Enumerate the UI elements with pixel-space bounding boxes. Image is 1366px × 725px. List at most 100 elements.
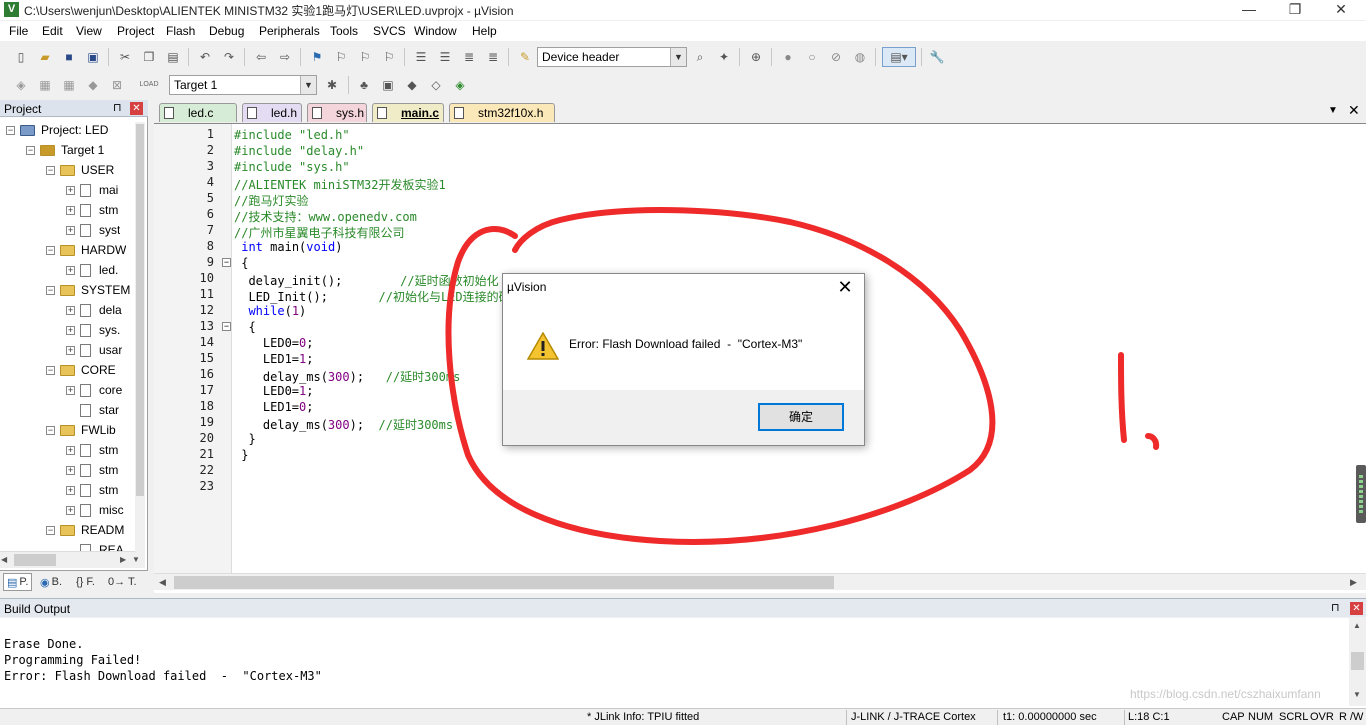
manage-rte-icon[interactable]: ◈: [451, 76, 469, 94]
dialog-close-icon[interactable]: ✕: [832, 276, 858, 298]
side-scroll-widget[interactable]: [1356, 465, 1366, 523]
close-panel-icon[interactable]: ✕: [130, 102, 143, 115]
expand-icon[interactable]: +: [66, 265, 75, 275]
window-layout-icon[interactable]: ▤▾: [882, 47, 916, 67]
menu-project[interactable]: Project: [117, 24, 154, 38]
expand-icon[interactable]: +: [66, 465, 75, 475]
tab-books[interactable]: ◉ B.: [40, 573, 62, 591]
expand-icon[interactable]: +: [66, 305, 75, 315]
collapse-icon[interactable]: −: [6, 125, 15, 135]
paste-icon[interactable]: ▤: [164, 48, 182, 66]
next-bookmark-icon[interactable]: ⚐: [356, 48, 374, 66]
find-combo[interactable]: Device header ▼: [537, 47, 687, 67]
tree-item[interactable]: + mai: [66, 180, 118, 200]
tree-item[interactable]: + led.: [66, 260, 118, 280]
file-extensions-icon[interactable]: ♣: [355, 76, 373, 94]
manage-components-icon[interactable]: ▣: [379, 76, 397, 94]
collapse-icon[interactable]: −: [46, 365, 55, 375]
undo-icon[interactable]: ↶: [196, 48, 214, 66]
tree-item[interactable]: − Project: LED: [6, 120, 108, 140]
clear-bookmarks-icon[interactable]: ⚐: [380, 48, 398, 66]
copy-icon[interactable]: ❐: [140, 48, 158, 66]
tree-hscrollbar[interactable]: ◀ ▶ ▼: [0, 551, 145, 568]
target-options-icon[interactable]: ✱: [323, 76, 341, 94]
menu-file[interactable]: File: [9, 24, 28, 38]
scroll-down-icon[interactable]: ▼: [1353, 690, 1361, 699]
collapse-icon[interactable]: −: [26, 145, 35, 155]
uncomment-icon[interactable]: ≣: [484, 48, 502, 66]
scroll-down-icon[interactable]: ▼: [132, 555, 140, 564]
expand-icon[interactable]: +: [66, 345, 75, 355]
incremental-find-icon[interactable]: ✦: [715, 48, 733, 66]
scroll-thumb[interactable]: [1351, 652, 1364, 670]
unindent-icon[interactable]: ☰: [436, 48, 454, 66]
expand-icon[interactable]: +: [66, 205, 75, 215]
editor-hscrollbar[interactable]: ◀ ▶: [154, 573, 1366, 590]
batch-build-icon[interactable]: ◆: [84, 76, 102, 94]
scroll-thumb[interactable]: [14, 554, 56, 566]
comment-icon[interactable]: ≣: [460, 48, 478, 66]
select-software-packs-icon[interactable]: ◆: [403, 76, 421, 94]
nav-back-icon[interactable]: ⇦: [252, 48, 270, 66]
tab-project[interactable]: ▤ P.: [3, 573, 33, 591]
tree-item[interactable]: − HARDW: [46, 240, 126, 260]
expand-icon[interactable]: +: [66, 385, 75, 395]
menu-view[interactable]: View: [76, 24, 102, 38]
tab-templates[interactable]: 0→ T.: [108, 573, 137, 591]
expand-icon[interactable]: +: [66, 485, 75, 495]
tab-led-c[interactable]: led.c: [159, 103, 237, 122]
pin-icon[interactable]: ⊓: [113, 101, 122, 114]
debug-session-icon[interactable]: ⊕: [747, 48, 765, 66]
scroll-thumb[interactable]: [174, 576, 834, 589]
collapse-icon[interactable]: −: [222, 322, 231, 331]
collapse-icon[interactable]: −: [46, 425, 55, 435]
tree-item[interactable]: star: [66, 400, 119, 420]
tree-item[interactable]: − READM: [46, 520, 124, 540]
prev-bookmark-icon[interactable]: ⚐: [332, 48, 350, 66]
tree-item[interactable]: + dela: [66, 300, 122, 320]
tree-item[interactable]: + stm: [66, 460, 118, 480]
menu-help[interactable]: Help: [472, 24, 497, 38]
open-folder-icon[interactable]: ▰: [36, 48, 54, 66]
pack-installer-icon[interactable]: ◇: [427, 76, 445, 94]
tree-item[interactable]: + stm: [66, 200, 118, 220]
tree-item[interactable]: − USER: [46, 160, 114, 180]
close-window-button[interactable]: ✕: [1318, 0, 1364, 20]
scroll-up-icon[interactable]: ▲: [1353, 621, 1361, 630]
tab-sys-h[interactable]: sys.h: [307, 103, 367, 122]
menu-peripherals[interactable]: Peripherals: [259, 24, 320, 38]
tree-item[interactable]: + sys.: [66, 320, 120, 340]
scroll-right-icon[interactable]: ▶: [1350, 577, 1357, 588]
stop-build-icon[interactable]: ⊠: [108, 76, 126, 94]
find-in-files-icon[interactable]: ✎: [516, 48, 534, 66]
enable-breakpoint-icon[interactable]: ○: [803, 48, 821, 66]
close-panel-icon[interactable]: ✕: [1350, 602, 1363, 615]
translate-icon[interactable]: ◈: [12, 76, 30, 94]
tree-item[interactable]: + core: [66, 380, 122, 400]
tree-item[interactable]: − CORE: [46, 360, 116, 380]
minimize-button[interactable]: —: [1226, 0, 1272, 20]
tree-item[interactable]: − FWLib: [46, 420, 116, 440]
menu-flash[interactable]: Flash: [166, 24, 195, 38]
configure-wrench-icon[interactable]: 🔧: [928, 48, 946, 66]
tree-vscrollbar[interactable]: [135, 122, 145, 552]
chevron-down-icon[interactable]: ▼: [670, 48, 686, 66]
menu-svcs[interactable]: SVCS: [373, 24, 406, 38]
close-tab-icon[interactable]: ✕: [1348, 102, 1360, 119]
kill-breakpoints-icon[interactable]: ◍: [851, 48, 869, 66]
vscroll-thumb[interactable]: [136, 124, 144, 496]
rebuild-icon[interactable]: ▦: [60, 76, 78, 94]
expand-icon[interactable]: +: [66, 185, 75, 195]
menu-debug[interactable]: Debug: [209, 24, 244, 38]
expand-icon[interactable]: +: [66, 325, 75, 335]
build-icon[interactable]: ▦: [36, 76, 54, 94]
redo-icon[interactable]: ↷: [220, 48, 238, 66]
scroll-left-icon[interactable]: ◀: [159, 577, 166, 588]
expand-icon[interactable]: +: [66, 225, 75, 235]
tab-main-c[interactable]: main.c: [372, 103, 444, 122]
nav-forward-icon[interactable]: ⇨: [276, 48, 294, 66]
build-output-body[interactable]: Erase Done. Programming Failed! Error: F…: [0, 618, 1366, 708]
expand-icon[interactable]: +: [66, 505, 75, 515]
expand-icon[interactable]: +: [66, 445, 75, 455]
restore-button[interactable]: ❐: [1272, 0, 1318, 20]
